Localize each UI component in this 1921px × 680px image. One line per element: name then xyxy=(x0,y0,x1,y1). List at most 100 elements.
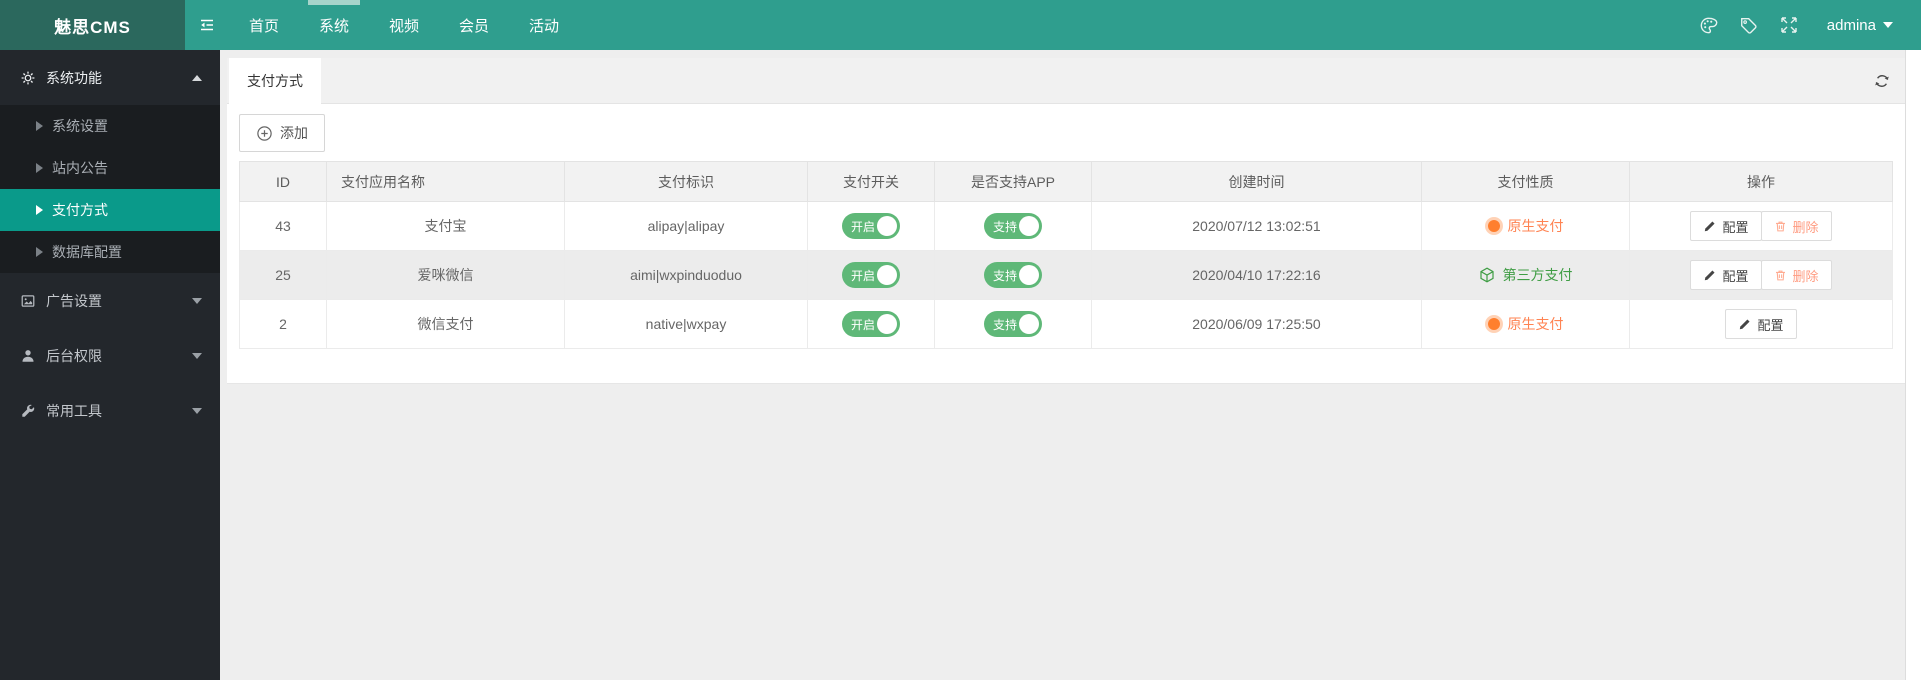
fullscreen-button[interactable] xyxy=(1769,16,1809,34)
trash-icon xyxy=(1774,269,1787,282)
sidebar-item-label: 站内公告 xyxy=(52,160,108,176)
cell-identifier: alipay|alipay xyxy=(564,201,808,251)
app-support-toggle[interactable]: 支持 xyxy=(984,311,1042,337)
pencil-icon xyxy=(1703,269,1716,282)
action-buttons: 配置 删除 xyxy=(1690,260,1832,290)
delete-label: 删除 xyxy=(1792,219,1819,235)
toggle-knob xyxy=(877,216,897,236)
add-button[interactable]: 添加 xyxy=(239,114,325,152)
sidebar-group-system-functions[interactable]: 系统功能 xyxy=(0,50,220,105)
delete-button[interactable]: 删除 xyxy=(1760,260,1832,290)
header-id: ID xyxy=(239,161,327,202)
refresh-button[interactable] xyxy=(1873,72,1891,90)
gear-icon xyxy=(20,70,36,86)
chevron-up-icon xyxy=(192,74,202,81)
image-icon xyxy=(20,293,36,309)
circle-plus-icon xyxy=(256,125,273,142)
pencil-icon xyxy=(1738,318,1751,331)
toggle-label: 开启 xyxy=(851,219,876,234)
toggle-knob xyxy=(1019,314,1039,334)
nav-item-system[interactable]: 系统 xyxy=(299,0,369,50)
app-support-toggle[interactable]: 支持 xyxy=(984,262,1042,288)
configure-button[interactable]: 配置 xyxy=(1725,309,1797,339)
triangle-right-icon xyxy=(36,163,43,173)
sidebar-item-label: 系统设置 xyxy=(52,118,108,134)
header-switch: 支付开关 xyxy=(807,161,935,202)
toggle-knob xyxy=(1019,216,1039,236)
sidebar-group-label: 广告设置 xyxy=(46,292,102,309)
chevron-down-icon xyxy=(192,297,202,304)
pencil-icon xyxy=(1703,220,1716,233)
nature-label: 原生支付 xyxy=(1507,316,1564,332)
sidebar-item-database-config[interactable]: 数据库配置 xyxy=(0,231,220,273)
sidebar-item-label: 支付方式 xyxy=(52,202,108,218)
nav-label: 活动 xyxy=(528,17,559,35)
nav-item-activity[interactable]: 活动 xyxy=(509,0,579,50)
sidebar-group-common-tools[interactable]: 常用工具 xyxy=(0,383,220,438)
sidebar-item-payment-methods[interactable]: 支付方式 xyxy=(0,189,220,231)
nav-label: 首页 xyxy=(248,17,279,35)
table-row: 2 微信支付 native|wxpay 开启 支持 2020/06/09 17:… xyxy=(239,299,1893,349)
toggle-label: 支持 xyxy=(993,219,1018,234)
cell-created-time: 2020/06/09 17:25:50 xyxy=(1091,299,1422,349)
table-row: 43 支付宝 alipay|alipay 开启 支持 2020/07/12 13… xyxy=(239,201,1893,251)
sidebar-collapse-button[interactable] xyxy=(185,0,229,50)
chevron-down-icon xyxy=(192,407,202,414)
nav-item-video[interactable]: 视频 xyxy=(369,0,439,50)
main-content: 支付方式 添加 ID 支付应用名称 支付标识 支付开关 是否支持APP 创建时间… xyxy=(220,50,1921,680)
theme-button[interactable] xyxy=(1689,16,1729,35)
toggle-label: 支持 xyxy=(993,268,1018,283)
sidebar: 系统功能 系统设置 站内公告 支付方式 数据库配置 广告设置 后台权限 常用工具 xyxy=(0,50,220,680)
action-buttons: 配置 删除 xyxy=(1690,211,1832,241)
payment-nature: 第三方支付 xyxy=(1479,265,1573,285)
payment-methods-table: ID 支付应用名称 支付标识 支付开关 是否支持APP 创建时间 支付性质 操作… xyxy=(239,161,1893,349)
payment-switch-toggle[interactable]: 开启 xyxy=(842,213,900,239)
panel-body: 添加 ID 支付应用名称 支付标识 支付开关 是否支持APP 创建时间 支付性质 xyxy=(227,104,1905,384)
payment-switch-toggle[interactable]: 开启 xyxy=(842,311,900,337)
fullscreen-icon xyxy=(1780,16,1798,34)
payment-switch-toggle[interactable]: 开启 xyxy=(842,262,900,288)
tab-bar: 支付方式 xyxy=(227,58,1905,104)
nature-label: 第三方支付 xyxy=(1502,266,1573,283)
sidebar-item-site-announcement[interactable]: 站内公告 xyxy=(0,147,220,189)
header-actions: 操作 xyxy=(1629,161,1893,202)
nav-item-member[interactable]: 会员 xyxy=(439,0,509,50)
user-menu[interactable]: admina xyxy=(1827,17,1893,34)
tab-payment-methods[interactable]: 支付方式 xyxy=(229,58,321,104)
cell-id: 43 xyxy=(239,201,327,251)
hamburger-icon xyxy=(198,16,216,34)
triangle-right-icon xyxy=(36,247,43,257)
configure-label: 配置 xyxy=(1757,317,1784,333)
nav-item-home[interactable]: 首页 xyxy=(229,0,299,50)
wrench-icon xyxy=(20,403,36,419)
tag-button[interactable] xyxy=(1729,16,1769,35)
header-identifier: 支付标识 xyxy=(564,161,808,202)
cell-app-name: 爱咪微信 xyxy=(326,250,565,300)
header-nature: 支付性质 xyxy=(1421,161,1630,202)
cell-created-time: 2020/04/10 17:22:16 xyxy=(1091,250,1422,300)
top-nav: 首页 系统 视频 会员 活动 admina xyxy=(185,0,1921,50)
sidebar-group-label: 常用工具 xyxy=(46,402,102,419)
header-app-support: 是否支持APP xyxy=(934,161,1092,202)
sidebar-group-admin-permissions[interactable]: 后台权限 xyxy=(0,328,220,383)
configure-button[interactable]: 配置 xyxy=(1690,211,1762,241)
cell-id: 2 xyxy=(239,299,327,349)
sidebar-group-label: 系统功能 xyxy=(46,69,102,86)
refresh-icon xyxy=(1873,72,1891,90)
sidebar-item-system-settings[interactable]: 系统设置 xyxy=(0,105,220,147)
payment-nature: 原生支付 xyxy=(1487,216,1564,236)
topbar: 魅思CMS 首页 系统 视频 会员 活动 admina xyxy=(0,0,1921,50)
header-app-name: 支付应用名称 xyxy=(326,161,565,202)
configure-button[interactable]: 配置 xyxy=(1690,260,1762,290)
nature-label: 原生支付 xyxy=(1507,218,1564,234)
app-support-toggle[interactable]: 支持 xyxy=(984,213,1042,239)
cell-app-name: 微信支付 xyxy=(326,299,565,349)
username: admina xyxy=(1826,16,1876,34)
content-scrollbar[interactable] xyxy=(1905,50,1921,680)
cell-id: 25 xyxy=(239,250,327,300)
cell-created-time: 2020/07/12 13:02:51 xyxy=(1091,201,1422,251)
palette-icon xyxy=(1699,16,1718,35)
table-header-row: ID 支付应用名称 支付标识 支付开关 是否支持APP 创建时间 支付性质 操作 xyxy=(239,161,1893,202)
delete-button[interactable]: 删除 xyxy=(1760,211,1832,241)
sidebar-group-ad-settings[interactable]: 广告设置 xyxy=(0,273,220,328)
